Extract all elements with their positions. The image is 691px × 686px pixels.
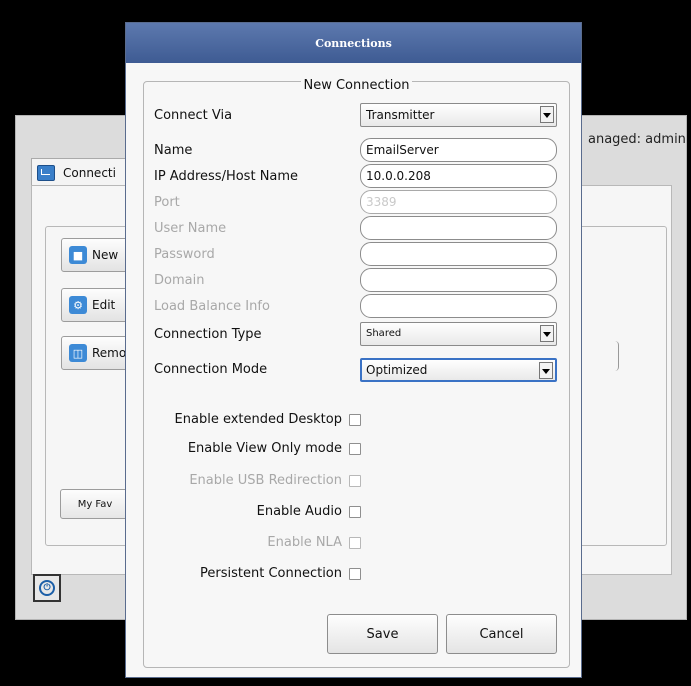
chevron-down-icon [540, 106, 554, 123]
gear-icon: ⚙ [69, 296, 87, 314]
group-title: New Connection [301, 78, 412, 93]
name-field[interactable]: EmailServer [360, 138, 557, 162]
scroll-indicator [612, 341, 619, 371]
connection-mode-label: Connection Mode [154, 362, 268, 377]
view-only-label: Enable View Only mode [187, 441, 342, 456]
connection-icon [37, 164, 55, 181]
cancel-button[interactable]: Cancel [446, 614, 557, 654]
usb-redirection-label: Enable USB Redirection [189, 473, 342, 488]
host-field[interactable]: 10.0.0.208 [360, 164, 557, 188]
tab-connections[interactable]: Connecti [31, 158, 131, 186]
extended-desktop-label: Enable extended Desktop [174, 412, 342, 427]
connection-icon: ■ [69, 246, 87, 264]
dialog-title: Connections [126, 23, 581, 63]
my-favorites-button[interactable]: My Fav [60, 489, 130, 519]
save-button[interactable]: Save [327, 614, 438, 654]
enable-nla-checkbox [349, 537, 361, 549]
usb-redirection-checkbox [349, 475, 361, 487]
domain-field[interactable] [360, 268, 557, 292]
connection-mode-value: Optimized [366, 363, 428, 377]
persistent-connection-label: Persistent Connection [200, 566, 342, 581]
host-label: IP Address/Host Name [154, 169, 299, 184]
connection-mode-select[interactable]: Optimized [360, 358, 557, 382]
connection-type-select[interactable]: Shared [360, 322, 557, 346]
chevron-down-icon [540, 325, 554, 342]
enable-audio-checkbox[interactable] [349, 506, 361, 518]
trash-icon: ◫ [69, 344, 87, 362]
connections-dialog: Connections New Connection Connect Via T… [125, 22, 582, 678]
username-label: User Name [154, 221, 227, 236]
username-field[interactable] [360, 216, 557, 240]
password-label: Password [154, 247, 215, 262]
load-balance-label: Load Balance Info [154, 299, 270, 314]
port-label: Port [154, 195, 180, 210]
button-label: Edit [92, 298, 116, 312]
enable-audio-label: Enable Audio [256, 504, 342, 519]
name-label: Name [154, 143, 193, 158]
power-icon: ⏻ [39, 580, 55, 596]
group-legend: New Connection [144, 74, 569, 93]
connection-type-value: Shared [366, 328, 402, 339]
enable-nla-label: Enable NLA [267, 535, 342, 550]
persistent-connection-checkbox[interactable] [349, 568, 361, 580]
load-balance-field[interactable] [360, 294, 557, 318]
port-field: 3389 [360, 190, 557, 214]
connection-type-label: Connection Type [154, 327, 262, 342]
chevron-down-icon [539, 362, 553, 379]
tab-label: Connecti [63, 165, 116, 180]
managed-by-label: anaged: admin [588, 132, 686, 147]
view-only-checkbox[interactable] [349, 443, 361, 455]
button-label: Remo [92, 346, 127, 360]
connect-via-select[interactable]: Transmitter [360, 103, 557, 127]
connect-via-label: Connect Via [154, 108, 233, 123]
connect-via-value: Transmitter [366, 108, 435, 122]
domain-label: Domain [154, 273, 205, 288]
power-button[interactable]: ⏻ [33, 574, 61, 602]
extended-desktop-checkbox[interactable] [349, 414, 361, 426]
button-label: New [92, 248, 119, 262]
password-field[interactable] [360, 242, 557, 266]
